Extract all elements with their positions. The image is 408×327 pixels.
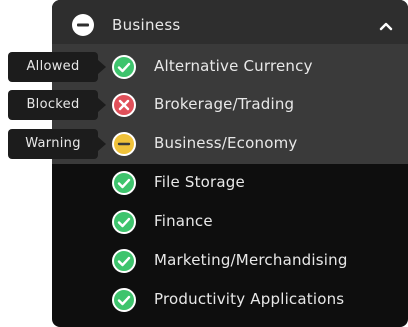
- category-label: File Storage: [154, 173, 245, 191]
- minus-circle-icon[interactable]: [70, 12, 96, 38]
- check-circle-icon: [112, 249, 136, 273]
- category-row-file-storage[interactable]: File Storage: [52, 164, 408, 202]
- check-circle-icon: [112, 210, 136, 234]
- category-row-marketing-merchandising[interactable]: Marketing/Merchandising: [52, 242, 408, 280]
- legend-tag-allowed: Allowed: [8, 52, 106, 82]
- legend-tag-warning: Warning: [8, 129, 106, 159]
- legend-tag-blocked: Blocked: [8, 90, 106, 120]
- category-label: Business/Economy: [154, 134, 298, 152]
- category-label: Productivity Applications: [154, 290, 345, 308]
- category-label: Finance: [154, 212, 213, 230]
- category-panel: Business Alternative Currency Brokerage/…: [52, 0, 408, 327]
- check-circle-icon: [112, 171, 136, 195]
- check-circle-icon: [112, 288, 136, 312]
- category-label: Brokerage/Trading: [154, 95, 295, 113]
- chevron-up-icon[interactable]: [378, 18, 394, 34]
- category-group-title: Business: [112, 16, 181, 34]
- category-row-finance[interactable]: Finance: [52, 203, 408, 241]
- category-label: Marketing/Merchandising: [154, 251, 348, 269]
- minus-circle-warning-icon: [112, 132, 136, 156]
- category-label: Alternative Currency: [154, 57, 313, 75]
- check-circle-icon: [112, 55, 136, 79]
- category-row-productivity-applications[interactable]: Productivity Applications: [52, 281, 408, 319]
- x-circle-icon: [112, 93, 136, 117]
